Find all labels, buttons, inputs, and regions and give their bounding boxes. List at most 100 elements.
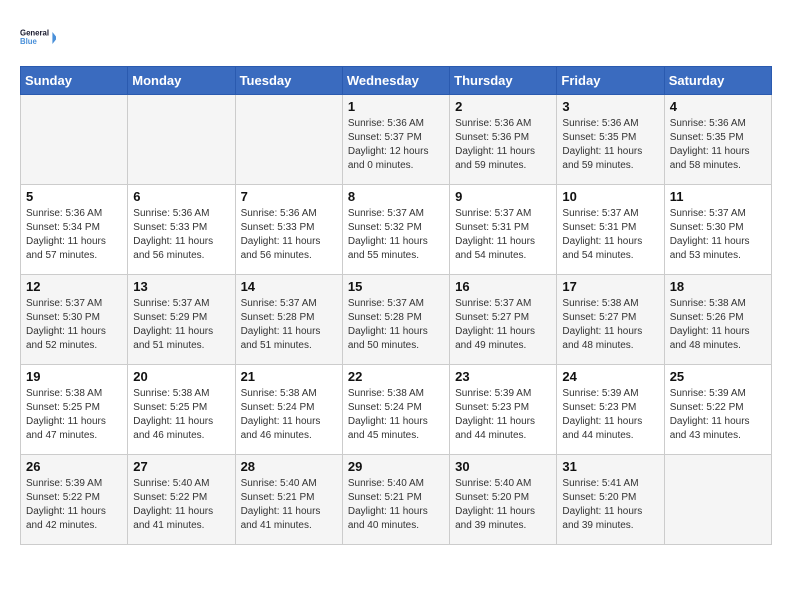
table-row: 16 Sunrise: 5:37 AM Sunset: 5:27 PM Dayli…	[450, 275, 557, 365]
week-row-2: 5 Sunrise: 5:36 AM Sunset: 5:34 PM Daylig…	[21, 185, 772, 275]
logo: General Blue	[20, 20, 56, 56]
logo-svg: General Blue	[20, 20, 56, 56]
table-row: 8 Sunrise: 5:37 AM Sunset: 5:32 PM Daylig…	[342, 185, 449, 275]
day-info: Sunrise: 5:37 AM Sunset: 5:32 PM Dayligh…	[348, 207, 444, 263]
calendar-header: SundayMondayTuesdayWednesdayThursdayFrid…	[21, 67, 772, 95]
week-row-5: 26 Sunrise: 5:39 AM Sunset: 5:22 PM Dayli…	[21, 455, 772, 545]
calendar-table: SundayMondayTuesdayWednesdayThursdayFrid…	[20, 66, 772, 545]
day-info: Sunrise: 5:40 AM Sunset: 5:22 PM Dayligh…	[133, 477, 229, 533]
svg-text:Blue: Blue	[20, 37, 38, 46]
table-row: 14 Sunrise: 5:37 AM Sunset: 5:28 PM Dayli…	[235, 275, 342, 365]
table-row: 24 Sunrise: 5:39 AM Sunset: 5:23 PM Dayli…	[557, 365, 664, 455]
day-number: 1	[348, 99, 444, 114]
table-row: 5 Sunrise: 5:36 AM Sunset: 5:34 PM Daylig…	[21, 185, 128, 275]
table-row: 21 Sunrise: 5:38 AM Sunset: 5:24 PM Dayli…	[235, 365, 342, 455]
day-info: Sunrise: 5:36 AM Sunset: 5:37 PM Dayligh…	[348, 117, 444, 173]
table-row	[128, 95, 235, 185]
table-row: 6Sunrise: 5:36 AM Sunset: 5:33 PM Daylig…	[128, 185, 235, 275]
day-number: 22	[348, 369, 444, 384]
day-info: Sunrise: 5:39 AM Sunset: 5:22 PM Dayligh…	[26, 477, 122, 533]
day-number: 5	[26, 189, 122, 204]
day-info: Sunrise: 5:41 AM Sunset: 5:20 PM Dayligh…	[562, 477, 658, 533]
calendar-body: 1 Sunrise: 5:36 AM Sunset: 5:37 PM Daylig…	[21, 95, 772, 545]
week-row-1: 1 Sunrise: 5:36 AM Sunset: 5:37 PM Daylig…	[21, 95, 772, 185]
header-friday: Friday	[557, 67, 664, 95]
day-info: Sunrise: 5:40 AM Sunset: 5:21 PM Dayligh…	[348, 477, 444, 533]
day-number: 13	[133, 279, 229, 294]
table-row: 20 Sunrise: 5:38 AM Sunset: 5:25 PM Dayli…	[128, 365, 235, 455]
table-row	[664, 455, 771, 545]
day-number: 23	[455, 369, 551, 384]
header-sunday: Sunday	[21, 67, 128, 95]
header-row: SundayMondayTuesdayWednesdayThursdayFrid…	[21, 67, 772, 95]
table-row: 1 Sunrise: 5:36 AM Sunset: 5:37 PM Daylig…	[342, 95, 449, 185]
day-info: Sunrise: 5:38 AM Sunset: 5:25 PM Dayligh…	[133, 387, 229, 443]
day-info: Sunrise: 5:37 AM Sunset: 5:28 PM Dayligh…	[241, 297, 337, 353]
day-number: 19	[26, 369, 122, 384]
day-info: Sunrise: 5:38 AM Sunset: 5:24 PM Dayligh…	[241, 387, 337, 443]
day-number: 8	[348, 189, 444, 204]
table-row: 13 Sunrise: 5:37 AM Sunset: 5:29 PM Dayli…	[128, 275, 235, 365]
day-info: Sunrise: 5:39 AM Sunset: 5:23 PM Dayligh…	[455, 387, 551, 443]
day-number: 10	[562, 189, 658, 204]
day-number: 3	[562, 99, 658, 114]
table-row: 22Sunrise: 5:38 AM Sunset: 5:24 PM Dayli…	[342, 365, 449, 455]
table-row: 4Sunrise: 5:36 AM Sunset: 5:35 PM Daylig…	[664, 95, 771, 185]
day-number: 16	[455, 279, 551, 294]
day-info: Sunrise: 5:36 AM Sunset: 5:34 PM Dayligh…	[26, 207, 122, 263]
day-number: 20	[133, 369, 229, 384]
day-info: Sunrise: 5:37 AM Sunset: 5:31 PM Dayligh…	[455, 207, 551, 263]
day-info: Sunrise: 5:38 AM Sunset: 5:26 PM Dayligh…	[670, 297, 766, 353]
day-number: 15	[348, 279, 444, 294]
day-number: 2	[455, 99, 551, 114]
day-info: Sunrise: 5:38 AM Sunset: 5:25 PM Dayligh…	[26, 387, 122, 443]
table-row: 12Sunrise: 5:37 AM Sunset: 5:30 PM Dayli…	[21, 275, 128, 365]
svg-text:General: General	[20, 29, 49, 38]
table-row: 27 Sunrise: 5:40 AM Sunset: 5:22 PM Dayli…	[128, 455, 235, 545]
day-number: 24	[562, 369, 658, 384]
page-header: General Blue	[20, 20, 772, 56]
table-row: 26 Sunrise: 5:39 AM Sunset: 5:22 PM Dayli…	[21, 455, 128, 545]
table-row	[21, 95, 128, 185]
day-number: 6	[133, 189, 229, 204]
header-monday: Monday	[128, 67, 235, 95]
table-row: 18Sunrise: 5:38 AM Sunset: 5:26 PM Dayli…	[664, 275, 771, 365]
day-info: Sunrise: 5:37 AM Sunset: 5:28 PM Dayligh…	[348, 297, 444, 353]
table-row: 30Sunrise: 5:40 AM Sunset: 5:20 PM Dayli…	[450, 455, 557, 545]
table-row	[235, 95, 342, 185]
day-number: 21	[241, 369, 337, 384]
day-number: 14	[241, 279, 337, 294]
day-number: 11	[670, 189, 766, 204]
day-info: Sunrise: 5:36 AM Sunset: 5:33 PM Dayligh…	[241, 207, 337, 263]
header-saturday: Saturday	[664, 67, 771, 95]
table-row: 11 Sunrise: 5:37 AM Sunset: 5:30 PM Dayli…	[664, 185, 771, 275]
day-info: Sunrise: 5:39 AM Sunset: 5:23 PM Dayligh…	[562, 387, 658, 443]
day-info: Sunrise: 5:39 AM Sunset: 5:22 PM Dayligh…	[670, 387, 766, 443]
week-row-3: 12Sunrise: 5:37 AM Sunset: 5:30 PM Dayli…	[21, 275, 772, 365]
day-number: 7	[241, 189, 337, 204]
day-number: 9	[455, 189, 551, 204]
day-number: 25	[670, 369, 766, 384]
table-row: 10Sunrise: 5:37 AM Sunset: 5:31 PM Dayli…	[557, 185, 664, 275]
day-number: 26	[26, 459, 122, 474]
day-info: Sunrise: 5:37 AM Sunset: 5:30 PM Dayligh…	[670, 207, 766, 263]
table-row: 29 Sunrise: 5:40 AM Sunset: 5:21 PM Dayli…	[342, 455, 449, 545]
table-row: 25 Sunrise: 5:39 AM Sunset: 5:22 PM Dayli…	[664, 365, 771, 455]
day-number: 29	[348, 459, 444, 474]
day-number: 12	[26, 279, 122, 294]
day-info: Sunrise: 5:37 AM Sunset: 5:29 PM Dayligh…	[133, 297, 229, 353]
day-number: 28	[241, 459, 337, 474]
day-number: 27	[133, 459, 229, 474]
table-row: 3 Sunrise: 5:36 AM Sunset: 5:35 PM Daylig…	[557, 95, 664, 185]
day-info: Sunrise: 5:36 AM Sunset: 5:35 PM Dayligh…	[562, 117, 658, 173]
day-info: Sunrise: 5:36 AM Sunset: 5:35 PM Dayligh…	[670, 117, 766, 173]
header-thursday: Thursday	[450, 67, 557, 95]
day-info: Sunrise: 5:40 AM Sunset: 5:21 PM Dayligh…	[241, 477, 337, 533]
table-row: 2 Sunrise: 5:36 AM Sunset: 5:36 PM Daylig…	[450, 95, 557, 185]
day-number: 30	[455, 459, 551, 474]
header-wednesday: Wednesday	[342, 67, 449, 95]
day-info: Sunrise: 5:36 AM Sunset: 5:36 PM Dayligh…	[455, 117, 551, 173]
table-row: 23 Sunrise: 5:39 AM Sunset: 5:23 PM Dayli…	[450, 365, 557, 455]
day-info: Sunrise: 5:37 AM Sunset: 5:27 PM Dayligh…	[455, 297, 551, 353]
table-row: 19 Sunrise: 5:38 AM Sunset: 5:25 PM Dayli…	[21, 365, 128, 455]
